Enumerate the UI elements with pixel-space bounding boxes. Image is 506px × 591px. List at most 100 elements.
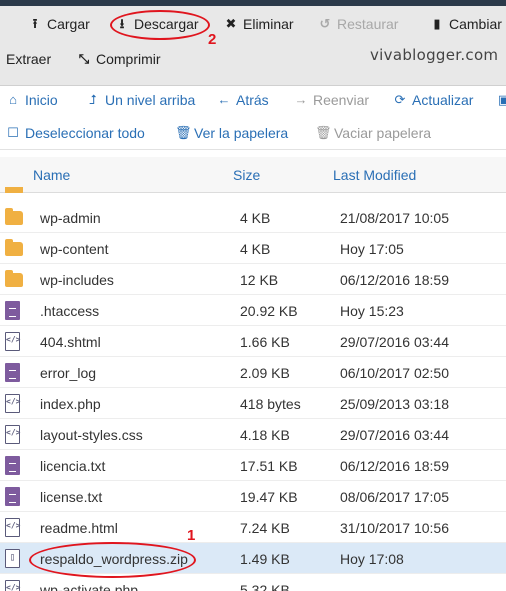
file-name[interactable]: license.txt [40, 489, 102, 505]
level-up-icon: ⮥ [89, 92, 97, 107]
file-modified: Hoy 17:05 [340, 241, 404, 257]
file-actions-toolbar: ⭱ Cargar ⭳ Descargar ✖ Eliminar ↺ Restau… [0, 6, 506, 86]
delete-button[interactable]: ✖ Eliminar [224, 11, 294, 37]
table-row[interactable]: .htaccess 20.92 KB Hoy 15:23 [0, 295, 506, 326]
upload-button[interactable]: ⭱ Cargar [28, 11, 90, 37]
file-name[interactable]: .htaccess [40, 303, 99, 319]
file-modified: Hoy 17:08 [340, 551, 404, 567]
refresh-button[interactable]: ⟳ Actualizar [393, 88, 474, 112]
code-file-icon: </> [5, 332, 21, 351]
folder-icon [5, 208, 23, 227]
document-icon: ▮ [433, 16, 441, 31]
code-file-icon: </> [5, 580, 21, 591]
empty-trash-button[interactable]: 🗑 Vaciar papelera [315, 121, 431, 145]
file-size: 2.09 KB [240, 365, 290, 381]
file-name[interactable]: wp-activate.php [40, 582, 138, 591]
table-row[interactable]: </> wp-activate.php 5.32 KB [0, 574, 506, 591]
file-modified: Hoy 15:23 [340, 303, 404, 319]
code-file-icon: </> [5, 394, 21, 413]
text-file-icon [5, 363, 21, 382]
forward-button[interactable]: → Reenviar [294, 88, 370, 112]
table-row[interactable]: licencia.txt 17.51 KB 06/12/2016 18:59 [0, 450, 506, 481]
column-header-name[interactable]: Name [33, 167, 70, 183]
file-name[interactable]: 404.shtml [40, 334, 101, 350]
extract-button[interactable]: Extraer [6, 46, 51, 72]
code-file-icon: </> [5, 425, 21, 444]
file-modified: 21/08/2017 10:05 [340, 210, 449, 226]
more-icon[interactable]: ▣ [497, 88, 506, 112]
file-size: 19.47 KB [240, 489, 298, 505]
file-name[interactable]: index.php [40, 396, 101, 412]
table-row[interactable]: </> readme.html 7.24 KB 31/10/2017 10:56 [0, 512, 506, 543]
file-modified: 08/06/2017 17:05 [340, 489, 449, 505]
text-file-icon [5, 487, 21, 506]
table-row-selected[interactable]: ▯ respaldo_wordpress.zip 1.49 KB Hoy 17:… [0, 543, 506, 574]
table-row[interactable]: error_log 2.09 KB 06/10/2017 02:50 [0, 357, 506, 388]
checkbox-icon: ☐ [7, 125, 19, 140]
table-row[interactable]: wp-admin 4 KB 21/08/2017 10:05 [0, 202, 506, 233]
file-modified: 31/10/2017 10:56 [340, 520, 449, 536]
column-header-size[interactable]: Size [233, 167, 260, 183]
zip-file-icon: ▯ [5, 549, 21, 568]
table-row[interactable]: wp-content 4 KB Hoy 17:05 [0, 233, 506, 264]
watermark-text: vivablogger.com [370, 46, 499, 64]
home-button[interactable]: ⌂ Inicio [6, 88, 58, 112]
navigation-toolbar: ⌂ Inicio ⮥ Un nivel arriba ← Atrás → Ree… [0, 86, 506, 150]
view-trash-button[interactable]: 🗑 Ver la papelera [175, 121, 288, 145]
file-size: 17.51 KB [240, 458, 298, 474]
compress-button[interactable]: ⤡ Comprimir [77, 46, 161, 72]
file-name[interactable]: wp-content [40, 241, 108, 257]
annotation-number-1: 1 [187, 527, 196, 544]
file-name[interactable]: readme.html [40, 520, 118, 536]
file-name[interactable]: wp-admin [40, 210, 101, 226]
file-size: 4 KB [240, 241, 271, 257]
arrow-right-icon: → [294, 92, 308, 107]
file-size: 4.18 KB [240, 427, 290, 443]
restore-icon: ↺ [319, 16, 331, 31]
delete-x-icon: ✖ [225, 16, 237, 31]
table-row[interactable]: </> index.php 418 bytes 25/09/2013 03:18 [0, 388, 506, 419]
file-size: 1.49 KB [240, 551, 290, 567]
column-header-modified[interactable]: Last Modified [333, 167, 416, 183]
deselect-all-button[interactable]: ☐ Deseleccionar todo [6, 121, 145, 145]
text-file-icon [5, 301, 21, 320]
download-icon: ⭳ [119, 16, 125, 31]
trash-icon: 🗑 [315, 125, 332, 140]
arrow-left-icon: ← [217, 92, 231, 107]
file-size: 7.24 KB [240, 520, 290, 536]
file-name[interactable]: wp-includes [40, 272, 114, 288]
folder-icon [5, 239, 23, 258]
file-size: 1.66 KB [240, 334, 290, 350]
code-file-icon: </> [5, 518, 21, 537]
file-size: 4 KB [240, 210, 271, 226]
file-name[interactable]: licencia.txt [40, 458, 105, 474]
up-one-level-button[interactable]: ⮥ Un nivel arriba [86, 88, 195, 112]
home-icon: ⌂ [9, 92, 17, 107]
file-modified: 29/07/2016 03:44 [340, 427, 449, 443]
file-name[interactable]: respaldo_wordpress.zip [40, 551, 188, 567]
upload-icon: ⭱ [32, 16, 38, 31]
table-row[interactable]: </> layout-styles.css 4.18 KB 29/07/2016… [0, 419, 506, 450]
table-row[interactable]: license.txt 19.47 KB 08/06/2017 17:05 [0, 481, 506, 512]
file-name[interactable]: error_log [40, 365, 96, 381]
folder-icon [5, 270, 23, 289]
restore-button[interactable]: ↺ Restaurar [318, 11, 399, 37]
back-button[interactable]: ← Atrás [217, 88, 269, 112]
file-size: 5.32 KB [240, 582, 290, 591]
refresh-icon: ⟳ [394, 92, 406, 107]
file-modified: 25/09/2013 03:18 [340, 396, 449, 412]
trash-icon: 🗑 [175, 125, 192, 140]
download-button[interactable]: ⭳ Descargar [115, 11, 199, 37]
table-row[interactable]: </> 404.shtml 1.66 KB 29/07/2016 03:44 [0, 326, 506, 357]
file-modified: 06/12/2016 18:59 [340, 272, 449, 288]
compress-icon: ⤡ [78, 51, 90, 66]
file-size: 418 bytes [240, 396, 301, 412]
text-file-icon [5, 456, 21, 475]
change-button[interactable]: ▮ Cambiar [430, 11, 501, 37]
file-size: 20.92 KB [240, 303, 298, 319]
table-row[interactable]: wp-includes 12 KB 06/12/2016 18:59 [0, 264, 506, 295]
file-modified: 06/12/2016 18:59 [340, 458, 449, 474]
annotation-number-2: 2 [208, 31, 217, 48]
file-name[interactable]: layout-styles.css [40, 427, 143, 443]
file-size: 12 KB [240, 272, 279, 288]
